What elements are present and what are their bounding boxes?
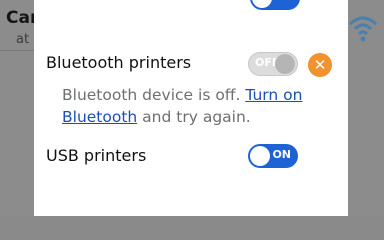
message-suffix: and try again. (137, 108, 251, 126)
usb-printers-toggle[interactable]: ON (248, 144, 298, 168)
bluetooth-printers-toggle[interactable]: OFF (248, 52, 298, 76)
top-partial-toggle[interactable] (250, 0, 300, 10)
toggle-state-label: ON (272, 148, 291, 161)
toggle-knob (275, 54, 295, 74)
wifi-icon (348, 16, 378, 42)
turn-on-bluetooth-link[interactable]: Turn on (245, 86, 302, 104)
turn-on-bluetooth-link-cont[interactable]: Bluetooth (62, 108, 137, 126)
bluetooth-error-icon[interactable]: ✕ (308, 53, 332, 77)
toggle-knob (250, 146, 270, 166)
background-divider (0, 50, 34, 51)
background-subtitle: at (16, 32, 30, 47)
printer-settings-dialog: Bluetooth printers OFF ✕ Bluetooth devic… (34, 0, 348, 216)
toggle-knob (252, 0, 272, 8)
bluetooth-off-message: Bluetooth device is off. Turn on Bluetoot… (62, 84, 338, 128)
message-text: Bluetooth device is off. (62, 86, 246, 104)
